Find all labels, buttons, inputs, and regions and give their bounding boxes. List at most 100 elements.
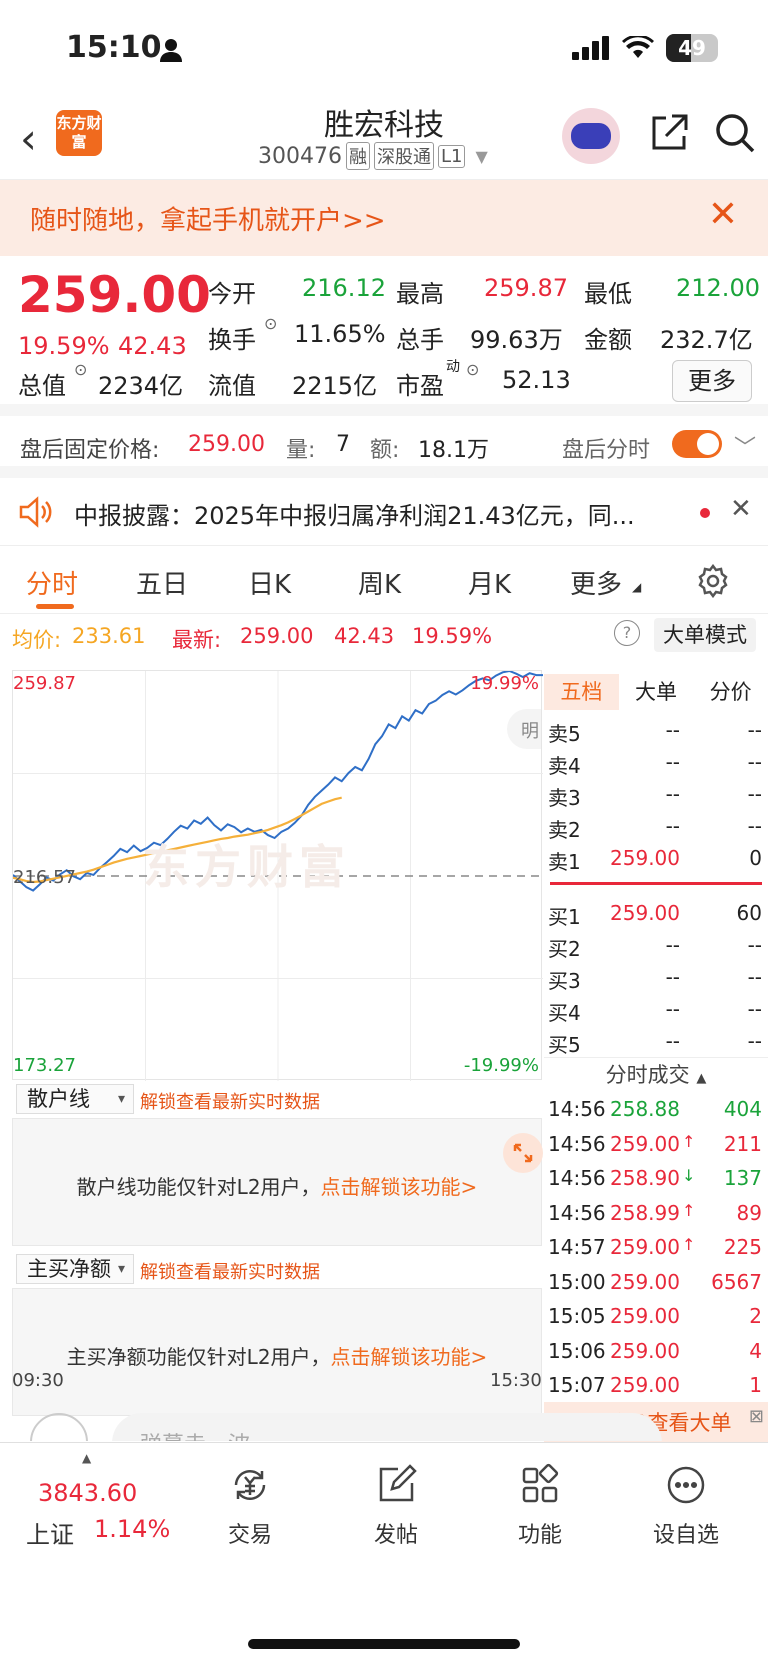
caret-down-icon[interactable]: ▼ (475, 147, 487, 166)
more-button[interactable]: 更多 (672, 360, 752, 402)
x-end-label: 15:30 (490, 1370, 542, 1391)
tab-daily-k[interactable]: 日K (248, 564, 291, 601)
retail-line-dropdown[interactable]: 散户线 (16, 1084, 134, 1114)
nav-post[interactable]: 发帖 (346, 1463, 446, 1549)
volume-value: 99.63万 (470, 326, 563, 354)
list-item: 买5 -- -- (548, 1029, 762, 1057)
info-icon[interactable]: ⊙ (466, 360, 479, 379)
tab-five-day[interactable]: 五日 (136, 564, 188, 601)
intraday-chart[interactable]: 东方财富 259.87 216.57 173.27 19.99% -19.99%… (12, 670, 543, 1081)
assistant-avatar[interactable] (562, 108, 620, 164)
pct-max-label: 19.99% (470, 673, 539, 694)
unlock-link[interactable]: 解锁查看最新实时数据 (140, 1088, 320, 1114)
volume-label: 总手 (396, 326, 444, 354)
stock-code: 300476 (258, 143, 342, 169)
tab-price-dist[interactable]: 分价 (693, 674, 768, 710)
close-icon[interactable]: ✕ (708, 194, 738, 235)
list-item: 卖5 -- -- (548, 718, 762, 746)
unlock-feature-link[interactable]: 点击解锁该功能> (321, 1175, 478, 1199)
search-icon[interactable] (714, 112, 756, 154)
status-bar: 15:10 49 (0, 0, 768, 96)
turnover-label: 换手 (208, 326, 256, 354)
low-value: 212.00 (676, 274, 760, 302)
change-pct: 19.59% (18, 332, 110, 360)
index-change[interactable]: 1.14% (94, 1515, 170, 1543)
banner-text[interactable]: 随时随地，拿起手机就开户>> (30, 200, 386, 237)
grid-icon (522, 1463, 559, 1503)
table-row: 15:00 259.00 6567 (548, 1269, 762, 1294)
order-book: 五档 大单 分价 卖5 -- -- 卖4 -- -- 卖3 -- -- 卖2 -- -- 卖1 2… (544, 670, 768, 1444)
watermark: 东方财富 (143, 840, 351, 894)
amount-value: 232.7亿 (660, 326, 753, 354)
unlock-link[interactable]: 解锁查看最新实时数据 (140, 1258, 320, 1284)
net-buy-header: 主买净额 解锁查看最新实时数据 (12, 1252, 542, 1286)
after-hours-price: 259.00 (188, 432, 265, 457)
open-value: 216.12 (302, 274, 386, 302)
open-account-banner[interactable]: 随时随地，拿起手机就开户>> ✕ (0, 180, 768, 256)
help-icon[interactable]: ? (614, 620, 640, 646)
nav-watchlist[interactable]: 设自选 (636, 1463, 736, 1549)
pct-min-label: -19.99% (463, 1055, 539, 1076)
table-row: 14:57 259.00 ↑ 225 (548, 1235, 762, 1259)
after-hours-toggle[interactable] (672, 430, 722, 458)
low-label: 最低 (584, 280, 632, 308)
share-icon[interactable] (648, 112, 690, 154)
comment-icon[interactable] (30, 1413, 88, 1441)
comment-bar: 弹幕走一波 (0, 1405, 768, 1441)
list-item: 卖2 -- -- (548, 814, 762, 842)
info-icon[interactable]: ⊙ (74, 360, 87, 379)
chevron-down-icon[interactable]: ﹀ (734, 430, 756, 462)
high-label: 最高 (396, 280, 444, 308)
index-price[interactable]: 3843.60 (38, 1479, 137, 1507)
edit-icon (379, 1464, 417, 1502)
tab-big-orders[interactable]: 大单 (619, 674, 694, 710)
tab-five-levels[interactable]: 五档 (544, 674, 619, 710)
signal-icon (572, 36, 609, 60)
expand-icon[interactable] (503, 1133, 543, 1173)
list-item: 买2 -- -- (548, 933, 762, 961)
table-row: 14:56 259.00 ↑ 211 (548, 1131, 762, 1156)
chart-tabs: 分时 五日 日K 周K 月K 更多 ◢ (0, 546, 768, 614)
retail-line-panel: 散户线功能仅针对L2用户，点击解锁该功能> (12, 1118, 543, 1246)
news-text[interactable]: 中报披露：2025年中报归属净利润21.43亿元，同... (74, 496, 635, 531)
net-buy-dropdown[interactable]: 主买净额 (16, 1254, 134, 1284)
list-item: 买3 -- -- (548, 965, 762, 993)
battery-icon: 49 (666, 34, 718, 62)
l2-notice: 主买净额功能仅针对L2用户，点击解锁该功能> (66, 1345, 488, 1369)
side-tab[interactable]: 明 (507, 709, 541, 749)
tab-more[interactable]: 更多 (570, 564, 622, 601)
big-order-mode-button[interactable]: 大单模式 (654, 618, 756, 652)
retail-line-header: 散户线 解锁查看最新实时数据 (12, 1082, 542, 1116)
tab-weekly-k[interactable]: 周K (358, 564, 401, 601)
tab-monthly-k[interactable]: 月K (468, 564, 511, 601)
chart-info-line: 均价: 233.61 最新: 259.00 42.43 19.59% ? 大单模… (0, 614, 768, 658)
danmaku-input[interactable]: 弹幕走一波 (112, 1413, 662, 1441)
float-value: 2215亿 (292, 372, 378, 400)
nav-functions[interactable]: 功能 (490, 1463, 590, 1549)
avg-value: 233.61 (72, 624, 146, 648)
amount-label: 金额 (584, 326, 632, 354)
after-hours-vol: 7 (336, 432, 350, 457)
nav-trade[interactable]: 交易 (200, 1463, 300, 1549)
tab-timeshare[interactable]: 分时 (26, 564, 78, 601)
pe-value: 52.13 (502, 366, 571, 394)
high-value: 259.87 (484, 274, 568, 302)
gear-icon[interactable] (696, 564, 730, 598)
unlock-feature-link[interactable]: 点击解锁该功能> (331, 1345, 488, 1369)
list-item: 买4 -- -- (548, 997, 762, 1025)
index-name[interactable]: 上证 (26, 1515, 74, 1550)
info-icon[interactable]: ⊙ (264, 314, 277, 333)
margin-tag: 融 (345, 142, 370, 170)
trades-header[interactable]: 分时成交 ▲ (544, 1057, 768, 1091)
caret-icon: ◢ (632, 580, 642, 594)
book-divider (550, 882, 762, 885)
close-icon[interactable]: ✕ (730, 494, 752, 524)
float-label: 流值 (208, 372, 256, 400)
stock-header: ‹ 东方财富 胜宏科技 300476 融 深股通 L1 ▼ (0, 96, 768, 180)
table-row: 15:06 259.00 4 (548, 1338, 762, 1363)
wifi-icon (622, 36, 654, 58)
table-row: 14:56 258.90 ↓ 137 (548, 1166, 762, 1190)
list-item: 卖3 -- -- (548, 782, 762, 810)
table-row: 15:07 259.00 1 (548, 1373, 762, 1397)
news-ticker[interactable]: 中报披露：2025年中报归属净利润21.43亿元，同... ✕ (0, 478, 768, 546)
